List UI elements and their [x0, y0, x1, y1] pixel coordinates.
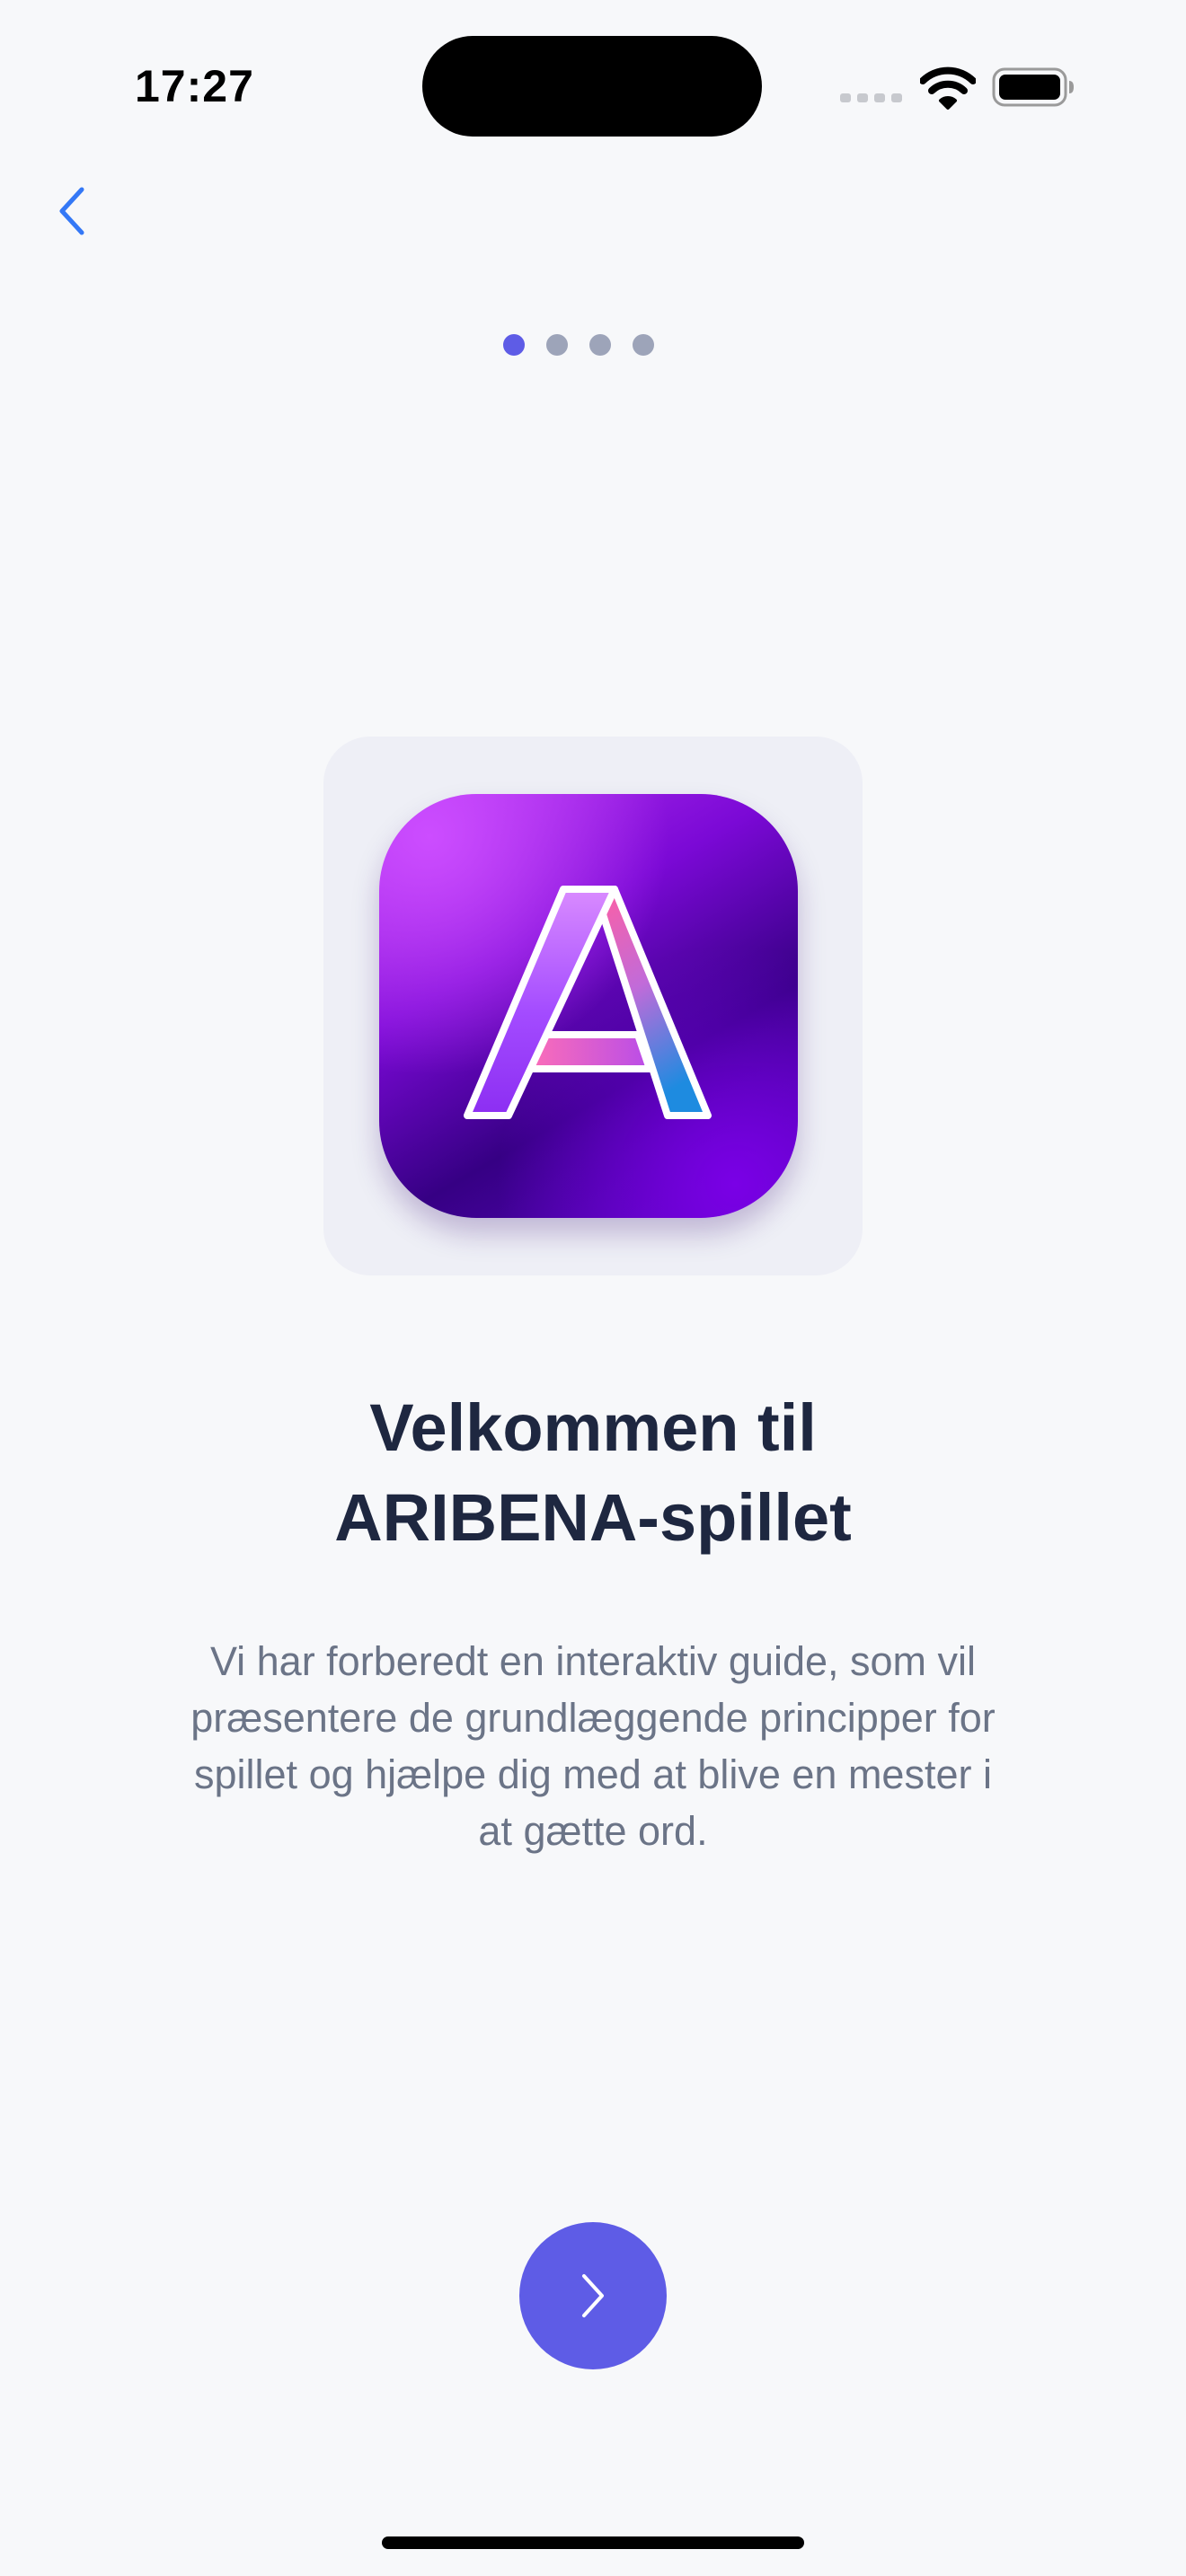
description-line: Vi har forberedt en interaktiv guide, so… — [209, 1638, 977, 1684]
battery-icon — [992, 67, 1074, 107]
home-indicator[interactable] — [382, 2536, 804, 2549]
page-indicator — [503, 334, 683, 356]
description-line: præsentere de grundlæggende principper f… — [190, 1695, 996, 1741]
chevron-right-icon — [582, 2274, 604, 2317]
page-dot[interactable] — [589, 334, 611, 356]
page-dot-active[interactable] — [503, 334, 525, 356]
back-button[interactable] — [45, 180, 99, 243]
app-logo — [379, 794, 798, 1218]
status-time: 17:27 — [135, 61, 254, 111]
description-line: spillet og hjælpe dig med at blive en me… — [194, 1751, 992, 1797]
wifi-icon — [920, 66, 976, 110]
title-line: Velkommen til — [369, 1390, 817, 1465]
description-line: at gætte ord. — [478, 1808, 708, 1854]
chevron-left-icon — [59, 187, 84, 235]
cellular-signal-icon — [840, 93, 902, 102]
dynamic-island — [422, 36, 762, 137]
page-dot[interactable] — [546, 334, 568, 356]
welcome-description: Vi har forberedt en interaktiv guide, so… — [135, 1633, 1051, 1859]
aribena-a-logo-icon — [464, 886, 712, 1119]
next-button[interactable] — [519, 2222, 667, 2369]
page-dot[interactable] — [633, 334, 654, 356]
title-line: ARIBENA-spillet — [334, 1480, 852, 1555]
welcome-title: Velkommen til ARIBENA-spillet — [144, 1383, 1042, 1563]
